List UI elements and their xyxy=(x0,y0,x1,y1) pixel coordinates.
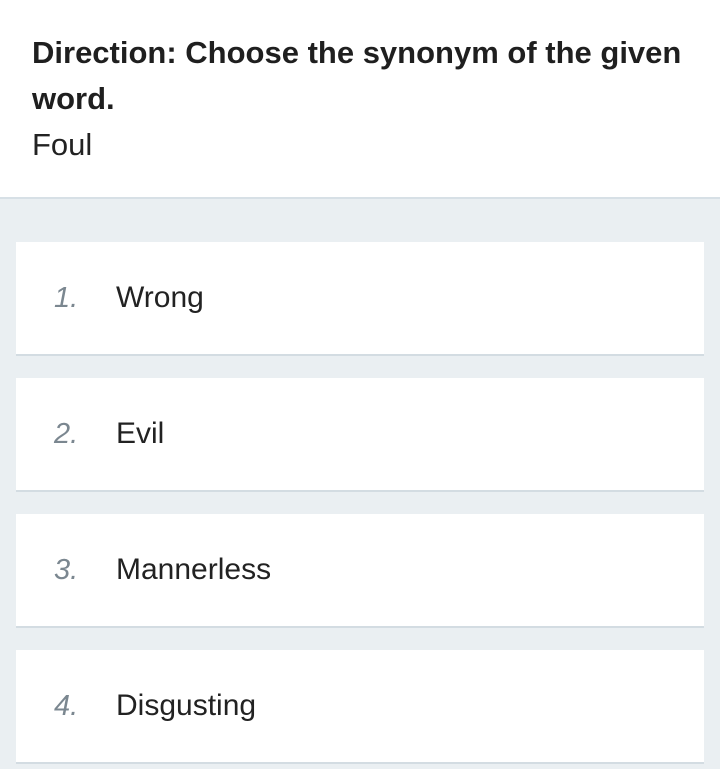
option-label: Disgusting xyxy=(116,689,257,722)
option-item-4[interactable]: 4. Disgusting xyxy=(16,650,704,764)
option-item-2[interactable]: 2. Evil xyxy=(16,378,704,492)
option-number: 3. xyxy=(54,553,79,586)
option-label: Wrong xyxy=(116,281,204,314)
options-list: 1. Wrong 2. Evil 3. Mannerless 4. Disgus… xyxy=(0,199,720,764)
question-card: Direction: Choose the synonym of the giv… xyxy=(0,0,720,199)
option-number: 4. xyxy=(54,689,79,722)
question-word: Foul xyxy=(32,127,93,162)
option-label: Evil xyxy=(116,417,165,450)
option-number: 2. xyxy=(54,417,79,450)
option-item-1[interactable]: 1. Wrong xyxy=(16,242,704,356)
option-label: Mannerless xyxy=(116,553,272,586)
option-item-3[interactable]: 3. Mannerless xyxy=(16,514,704,628)
question-direction: Direction: Choose the synonym of the giv… xyxy=(32,35,682,116)
option-number: 1. xyxy=(54,281,79,314)
